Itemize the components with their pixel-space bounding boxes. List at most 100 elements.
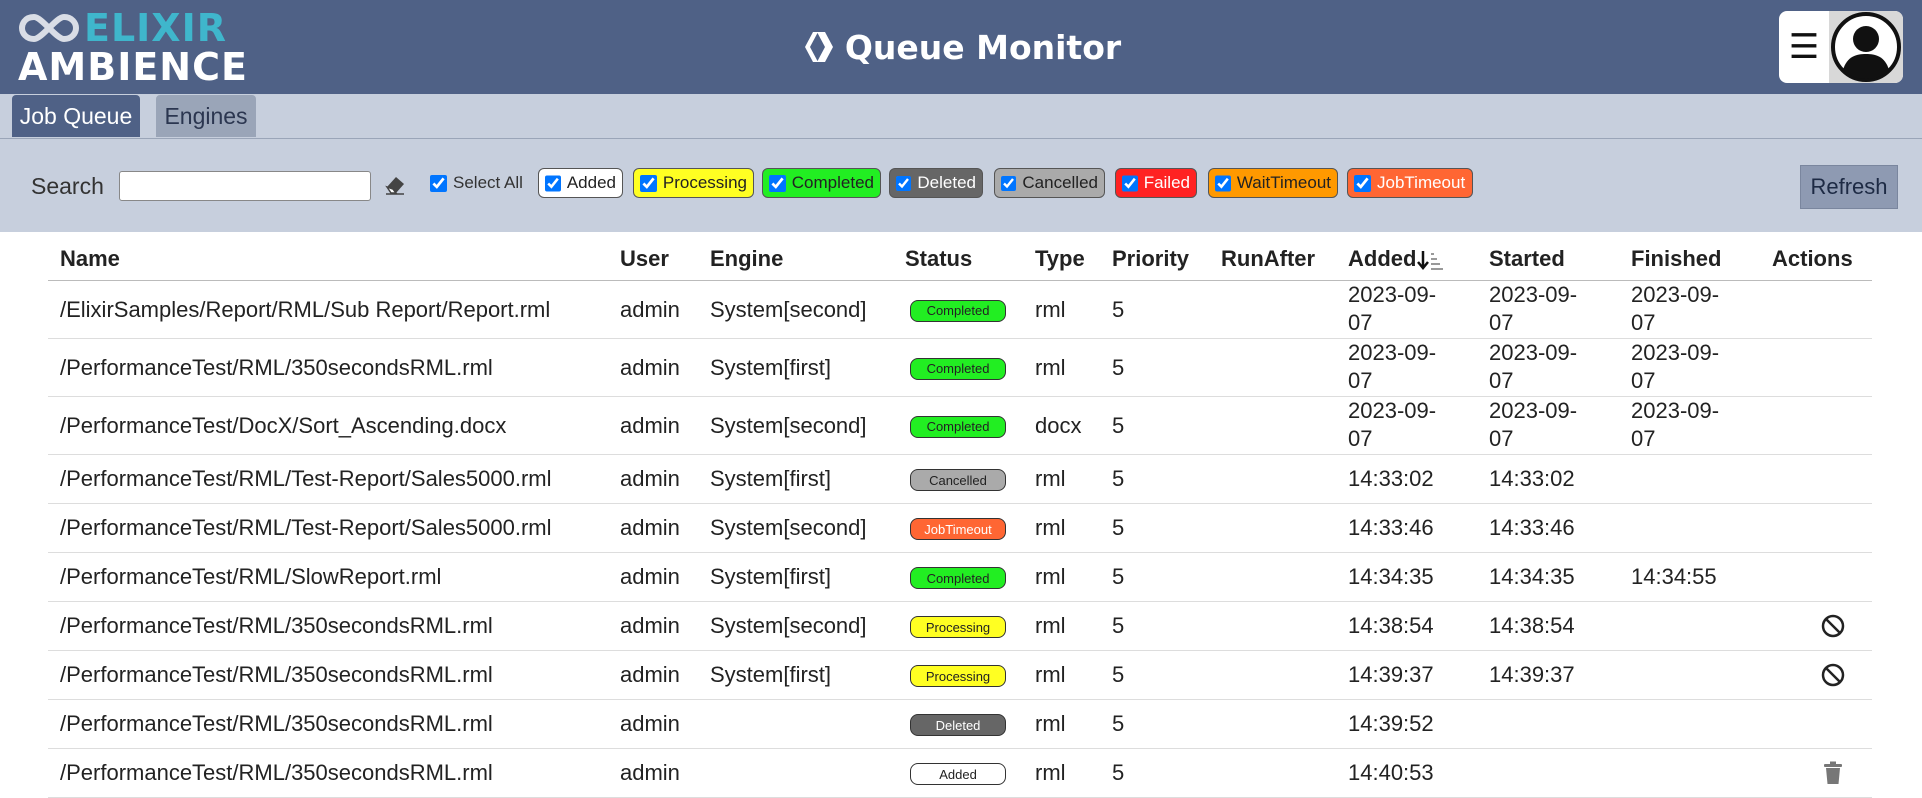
clear-search-button[interactable] [383, 172, 407, 201]
filter-checkbox-cancelled[interactable] [1001, 174, 1017, 192]
table-row[interactable]: /PerformanceTest/RML/350secondsRML.rml ad… [48, 749, 1872, 798]
cell-added-line: 14:40:53 [1348, 760, 1434, 785]
status-badge: Processing [910, 665, 1006, 687]
cell-user: admin [620, 296, 680, 322]
page-title: Queue Monitor [0, 0, 1922, 94]
cell-name: /PerformanceTest/RML/350secondsRML.rml [60, 711, 493, 736]
cell-engine: System[first] [710, 564, 832, 589]
column-header-label: Actions [1772, 246, 1853, 271]
table-row[interactable]: /ElixirSamples/Report/RML/Sub Report/Rep… [48, 281, 1872, 339]
cell-type: rml [1035, 662, 1066, 687]
cell-user: admin [620, 466, 680, 491]
cell-type: rml [1035, 564, 1066, 589]
job-queue-table: Name User Engine Status Type Priority RunAfter… [48, 232, 1872, 798]
cell-added-line: 14:39:37 [1348, 662, 1434, 687]
column-header-label: Added [1348, 246, 1417, 271]
cell-user: admin [620, 613, 680, 638]
cell-added-line: 2023-09- [1348, 398, 1437, 423]
table-row[interactable]: /PerformanceTest/RML/350secondsRML.rml ad… [48, 651, 1872, 700]
filter-chip-label: Failed [1143, 173, 1190, 192]
hamburger-menu-button[interactable]: ☰ [1779, 11, 1829, 83]
select-all-checkbox[interactable] [430, 174, 447, 192]
filter-chip-completed[interactable]: Completed [762, 168, 881, 198]
filter-chip-processing[interactable]: Processing [633, 168, 754, 198]
filter-chip-waittimeout[interactable]: WaitTimeout [1208, 168, 1338, 198]
cancel-job-button[interactable] [1820, 662, 1846, 693]
table-row[interactable]: /PerformanceTest/DocX/Sort_Ascending.doc… [48, 397, 1872, 455]
table-row[interactable]: /PerformanceTest/RML/SlowReport.rml admin… [48, 553, 1872, 602]
filter-chip-failed[interactable]: Failed [1115, 168, 1197, 198]
cell-type: rml [1035, 296, 1066, 322]
cell-priority: 5 [1112, 296, 1125, 322]
column-header-runafter[interactable]: RunAfter [1221, 246, 1315, 272]
queue-monitor-logo-icon [804, 32, 833, 62]
column-header-priority[interactable]: Priority [1112, 246, 1189, 272]
cell-name: /PerformanceTest/RML/Test-Report/Sales50… [60, 466, 552, 491]
column-header-engine[interactable]: Engine [710, 246, 783, 272]
cell-added: 14:34:35 [1348, 563, 1434, 591]
cell-added: 2023-09- 07 [1348, 281, 1436, 337]
column-header-actions[interactable]: Actions [1772, 246, 1853, 272]
cancel-icon [1821, 663, 1845, 687]
column-header-name[interactable]: Name [60, 246, 120, 272]
cell-added: 14:38:54 [1348, 612, 1434, 640]
column-header-label: RunAfter [1221, 246, 1316, 271]
column-header-user[interactable]: User [620, 246, 669, 272]
filter-chip-deleted[interactable]: Deleted [889, 168, 983, 198]
cell-added: 14:33:02 [1348, 465, 1434, 493]
cell-engine: System[first] [710, 662, 832, 687]
filter-checkbox-waittimeout[interactable] [1215, 174, 1231, 192]
filter-chip-label: JobTimeout [1377, 173, 1466, 192]
filter-bar: Search Select All Added Processing Complet… [0, 139, 1922, 232]
cancel-icon [1821, 614, 1845, 638]
search-input[interactable] [119, 171, 371, 201]
top-header: ELIXIR AMBIENCE Queue Monitor ☰ [0, 0, 1922, 94]
tab-job-queue[interactable]: Job Queue [12, 95, 140, 137]
delete-job-button[interactable] [1820, 760, 1846, 791]
table-row[interactable]: /PerformanceTest/RML/350secondsRML.rml ad… [48, 602, 1872, 651]
cell-added-line: 14:34:35 [1348, 564, 1434, 589]
select-all-toggle[interactable]: Select All [430, 173, 523, 193]
filter-checkbox-deleted[interactable] [896, 174, 912, 192]
cell-started: 2023-09- 07 [1489, 281, 1577, 337]
cell-added-line: 14:33:02 [1348, 466, 1434, 491]
cell-name: /PerformanceTest/RML/350secondsRML.rml [60, 760, 493, 785]
status-badge: Cancelled [910, 469, 1006, 491]
filter-checkbox-failed[interactable] [1122, 174, 1138, 192]
page-title-text: Queue Monitor [844, 27, 1122, 67]
filter-checkbox-added[interactable] [545, 174, 561, 192]
cell-started-line: 14:33:46 [1489, 515, 1575, 540]
column-header-type[interactable]: Type [1035, 246, 1085, 272]
column-header-label: User [620, 246, 669, 271]
cell-finished-line: 2023-09- [1631, 398, 1720, 423]
filter-checkbox-completed[interactable] [769, 174, 786, 192]
filter-chip-cancelled[interactable]: Cancelled [994, 168, 1105, 198]
filter-chip-label: Cancelled [1022, 173, 1098, 192]
table-row[interactable]: /PerformanceTest/RML/Test-Report/Sales50… [48, 504, 1872, 553]
filter-chip-added[interactable]: Added [538, 168, 623, 198]
refresh-button[interactable]: Refresh [1800, 165, 1898, 209]
cell-added-line: 2023-09- [1348, 282, 1437, 307]
table-row[interactable]: /PerformanceTest/RML/Test-Report/Sales50… [48, 455, 1872, 504]
filter-chip-jobtimeout[interactable]: JobTimeout [1347, 168, 1473, 198]
user-avatar-button[interactable] [1829, 11, 1903, 83]
column-header-started[interactable]: Started [1489, 246, 1565, 272]
cell-started-line: 14:38:54 [1489, 613, 1575, 638]
cell-started-line: 14:33:02 [1489, 466, 1575, 491]
cancel-job-button[interactable] [1820, 613, 1846, 644]
cell-type: rml [1035, 711, 1066, 736]
cell-started-line: 2023-09- [1489, 398, 1578, 423]
column-header-added[interactable]: Added [1348, 246, 1444, 272]
table-row[interactable]: /PerformanceTest/RML/350secondsRML.rml ad… [48, 339, 1872, 397]
column-header-label: Engine [710, 246, 784, 271]
filter-checkbox-processing[interactable] [640, 174, 657, 192]
column-header-label: Finished [1631, 246, 1722, 271]
filter-checkbox-jobtimeout[interactable] [1354, 174, 1371, 192]
cell-finished-line: 07 [1631, 426, 1656, 451]
column-header-finished[interactable]: Finished [1631, 246, 1721, 272]
table-row[interactable]: /PerformanceTest/RML/350secondsRML.rml ad… [48, 700, 1872, 749]
cell-user: admin [620, 564, 680, 589]
column-header-status[interactable]: Status [905, 246, 972, 272]
cell-added: 14:33:46 [1348, 514, 1434, 542]
tab-engines[interactable]: Engines [156, 95, 256, 137]
